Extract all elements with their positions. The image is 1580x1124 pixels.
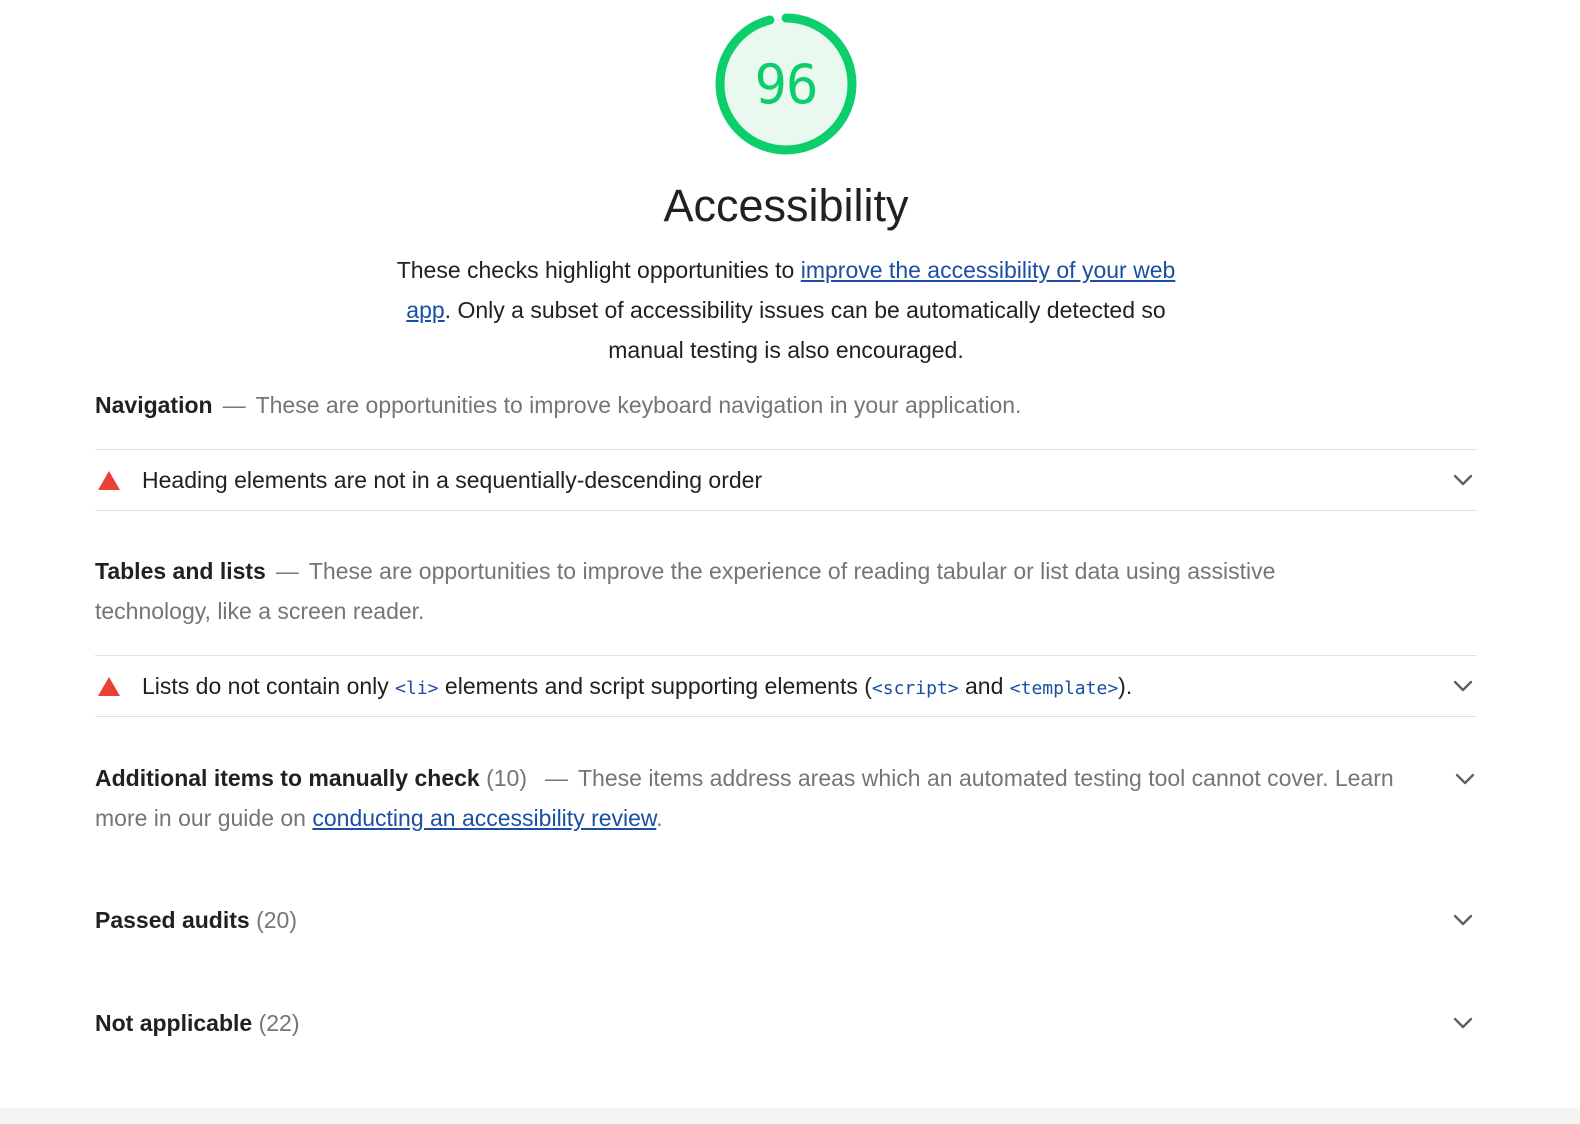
- group-separator: —: [545, 765, 568, 791]
- score-gauge[interactable]: 96: [712, 10, 860, 158]
- audit-heading-order[interactable]: Heading elements are not in a sequential…: [95, 449, 1477, 511]
- description-text-before: These checks highlight opportunities to: [396, 257, 801, 283]
- audit-title-part: Lists do not contain only: [142, 672, 396, 699]
- audit-title-part: elements and script supporting elements …: [438, 672, 872, 699]
- group-count: (22): [258, 1009, 300, 1036]
- group-title: Passed audits (20): [95, 907, 1451, 934]
- fail-triangle-icon: [98, 470, 120, 490]
- fail-triangle-icon: [98, 676, 120, 696]
- category-description: These checks highlight opportunities to …: [396, 250, 1176, 370]
- group-separator: —: [275, 558, 299, 584]
- chevron-down-icon[interactable]: [1451, 1011, 1475, 1035]
- group-passed-audits[interactable]: Passed audits (20): [95, 900, 1477, 940]
- category-title: Accessibility: [663, 180, 909, 231]
- group-separator: —: [222, 392, 246, 418]
- chevron-down-icon[interactable]: [1451, 908, 1475, 932]
- code-li: <li>: [395, 677, 439, 699]
- group-header-manual-check[interactable]: Additional items to manually check (10) —…: [95, 758, 1415, 838]
- group-not-applicable[interactable]: Not applicable (22): [95, 1003, 1477, 1043]
- group-description: These are opportunities to improve the e…: [95, 558, 1276, 624]
- code-template: <template>: [1009, 677, 1119, 699]
- group-title-text: Passed audits: [95, 906, 250, 933]
- accessibility-report: 96 Accessibility These checks highlight …: [0, 0, 1580, 1124]
- audit-title-part: ).: [1118, 672, 1133, 699]
- group-header-navigation: Navigation — These are opportunities to im…: [95, 385, 1395, 425]
- chevron-down-icon[interactable]: [1451, 468, 1475, 492]
- audit-title: Lists do not contain only <li> elements …: [142, 673, 1451, 700]
- group-description-suffix: .: [656, 805, 663, 831]
- score-value: 96: [754, 52, 818, 116]
- chevron-down-icon[interactable]: [1453, 767, 1477, 791]
- group-count: (20): [256, 906, 297, 933]
- code-script: <script>: [871, 677, 959, 699]
- group-title: Not applicable (22): [95, 1010, 1451, 1037]
- chevron-down-icon[interactable]: [1451, 674, 1475, 698]
- bottom-shade: [0, 1108, 1580, 1124]
- audit-title-part: and: [958, 672, 1010, 699]
- group-description: These are opportunities to improve keybo…: [255, 392, 1022, 418]
- group-title-text: Not applicable: [95, 1009, 253, 1036]
- group-title: Tables and lists: [95, 558, 266, 584]
- audit-title: Heading elements are not in a sequential…: [142, 466, 763, 493]
- group-title: Additional items to manually check: [95, 765, 480, 791]
- accessibility-review-link[interactable]: conducting an accessibility review: [312, 805, 656, 831]
- group-title: Navigation: [95, 392, 213, 418]
- description-text-after: . Only a subset of accessibility issues …: [444, 297, 1166, 363]
- audit-list-items[interactable]: Lists do not contain only <li> elements …: [95, 655, 1477, 717]
- group-header-tables-lists: Tables and lists — These are opportunities…: [95, 551, 1385, 631]
- group-count: (10): [486, 765, 527, 791]
